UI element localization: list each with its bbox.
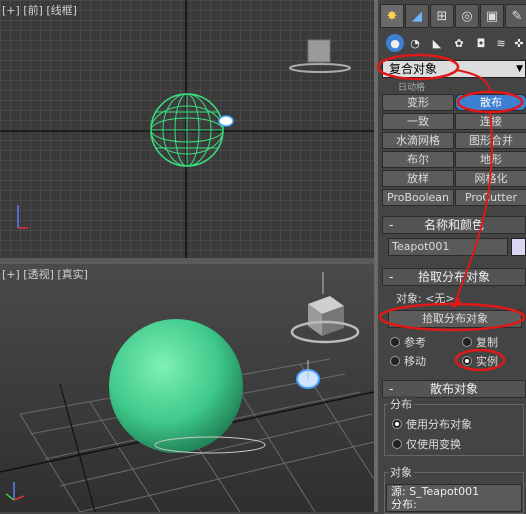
procutter-button[interactable]: ProCutter bbox=[455, 189, 526, 206]
objects-listbox[interactable]: 源: S_Teapot001 分布: bbox=[386, 484, 522, 512]
object-type-rollout-partial: 日动格 bbox=[398, 83, 426, 93]
morph-button[interactable]: 变形 bbox=[382, 94, 454, 111]
command-panel: ✸ ◢ ⊞ ◎ ▣ ✎ ● ◔ ◣ ✿ ◘ ≋ ✜ 复合对象 ▼ 日动格 变形 … bbox=[378, 0, 526, 514]
display-tab[interactable]: ▣ bbox=[480, 4, 504, 28]
reference-label: 参考 bbox=[404, 336, 426, 349]
copy-radio[interactable] bbox=[462, 337, 472, 347]
perspective-viewport[interactable]: [+] [透视] [真实] bbox=[0, 264, 374, 512]
wireframe-sphere[interactable] bbox=[150, 93, 224, 167]
mesher-button[interactable]: 网格化 bbox=[455, 170, 526, 187]
pick-distribution-rollout-header[interactable]: - 拾取分布对象 bbox=[382, 268, 526, 286]
utilities-icon: ✎ bbox=[511, 8, 523, 24]
distribute-item[interactable]: 分布: bbox=[391, 498, 521, 511]
boolean-button[interactable]: 布尔 bbox=[382, 151, 454, 168]
teapot-selected-perspective[interactable] bbox=[296, 360, 320, 389]
transforms-only-radio[interactable] bbox=[392, 439, 402, 449]
shapes-icon: ◔ bbox=[410, 36, 420, 50]
geometry-subtab[interactable]: ● bbox=[386, 34, 404, 52]
motion-tab[interactable]: ◎ bbox=[455, 4, 479, 28]
display-icon: ▣ bbox=[485, 8, 499, 24]
cameras-subtab[interactable]: ✿ bbox=[450, 34, 468, 52]
perspective-grid bbox=[19, 358, 374, 512]
move-radio[interactable] bbox=[390, 356, 400, 366]
blobmesh-button[interactable]: 水滴网格 bbox=[382, 132, 454, 149]
category-dropdown[interactable]: 复合对象 ▼ bbox=[382, 60, 526, 78]
utilities-tab[interactable]: ✎ bbox=[505, 4, 526, 28]
object-label: 对象: <无> bbox=[396, 292, 455, 305]
instance-radio[interactable] bbox=[462, 356, 472, 366]
loft-button[interactable]: 放样 bbox=[382, 170, 454, 187]
green-sphere[interactable] bbox=[109, 319, 243, 453]
conform-button[interactable]: 一致 bbox=[382, 113, 454, 130]
lights-subtab[interactable]: ◣ bbox=[428, 34, 446, 52]
object-name-input[interactable]: Teapot001 bbox=[388, 238, 508, 256]
name-color-rollout-header[interactable]: - 名称和颜色 bbox=[382, 216, 526, 234]
move-label: 移动 bbox=[404, 355, 426, 368]
proboolean-button[interactable]: ProBoolean bbox=[382, 189, 454, 206]
spacewarps-subtab[interactable]: ≋ bbox=[492, 34, 510, 52]
geometry-icon: ● bbox=[390, 36, 400, 50]
perspective-viewport-label[interactable]: [+] [透视] [真实] bbox=[2, 266, 88, 282]
cameras-icon: ✿ bbox=[454, 36, 464, 50]
name-color-title: 名称和颜色 bbox=[423, 218, 484, 232]
viewcube-front[interactable] bbox=[289, 39, 351, 73]
terrain-button[interactable]: 地形 bbox=[455, 151, 526, 168]
use-distribution-object-radio[interactable] bbox=[392, 419, 402, 429]
shapemerge-button[interactable]: 图形合并 bbox=[455, 132, 526, 149]
sphere-selection-bracket bbox=[154, 436, 266, 454]
scatter-button[interactable]: 散布 bbox=[455, 94, 526, 111]
distribution-group-label: 分布 bbox=[388, 396, 414, 412]
reference-radio[interactable] bbox=[390, 337, 400, 347]
create-icon: ✸ bbox=[386, 8, 398, 24]
create-tab[interactable]: ✸ bbox=[380, 4, 404, 28]
copy-label: 复制 bbox=[476, 336, 498, 349]
helpers-icon: ◘ bbox=[476, 36, 486, 50]
axis-gizmo-perspective bbox=[5, 482, 25, 501]
hierarchy-icon: ⊞ bbox=[436, 8, 448, 24]
chevron-down-icon: ▼ bbox=[516, 64, 523, 74]
collapse-sign: - bbox=[389, 218, 394, 232]
viewcube-perspective[interactable] bbox=[290, 272, 360, 344]
axis-gizmo-front bbox=[17, 205, 28, 229]
spacewarps-icon: ≋ bbox=[496, 36, 506, 50]
modify-tab[interactable]: ◢ bbox=[405, 4, 429, 28]
scatter-objects-title: 散布对象 bbox=[429, 382, 478, 396]
front-viewport-grid bbox=[0, 0, 374, 258]
pick-distribution-title: 拾取分布对象 bbox=[417, 270, 490, 284]
use-distribution-object-label: 使用分布对象 bbox=[406, 418, 472, 431]
systems-icon: ✜ bbox=[514, 36, 524, 50]
category-value: 复合对象 bbox=[389, 62, 438, 76]
objects-group-label: 对象 bbox=[388, 464, 414, 480]
transforms-only-label: 仅使用变换 bbox=[406, 438, 461, 451]
collapse-sign: - bbox=[389, 270, 394, 284]
pick-distribution-button[interactable]: 拾取分布对象 bbox=[388, 310, 522, 328]
lights-icon: ◣ bbox=[432, 36, 442, 50]
instance-label: 实例 bbox=[476, 355, 498, 368]
source-item[interactable]: 源: S_Teapot001 bbox=[391, 485, 521, 498]
modify-icon: ◢ bbox=[412, 8, 422, 24]
collapse-sign: - bbox=[389, 382, 394, 396]
hierarchy-tab[interactable]: ⊞ bbox=[430, 4, 454, 28]
systems-subtab[interactable]: ✜ bbox=[510, 34, 526, 52]
perspective-viewport-scene bbox=[0, 272, 374, 512]
shapes-subtab[interactable]: ◔ bbox=[406, 34, 424, 52]
connect-button[interactable]: 连接 bbox=[455, 113, 526, 130]
helpers-subtab[interactable]: ◘ bbox=[472, 34, 490, 52]
motion-icon: ◎ bbox=[461, 8, 473, 24]
front-viewport-label[interactable]: [+] [前] [线框] bbox=[2, 2, 77, 18]
object-color-swatch[interactable] bbox=[511, 238, 526, 256]
teapot-small-front[interactable] bbox=[218, 115, 234, 127]
front-viewport[interactable]: [+] [前] [线框] bbox=[0, 0, 374, 258]
